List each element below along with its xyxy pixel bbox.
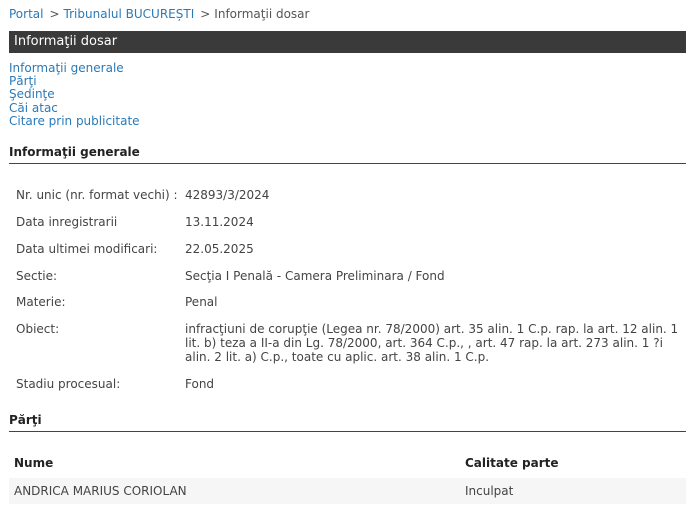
- nav-link-citare[interactable]: Citare prin publicitate: [9, 114, 140, 128]
- parti-table-header: Nume Calitate parte: [9, 448, 686, 476]
- breadcrumb-separator: >: [200, 7, 211, 21]
- section-heading-parti: Părţi: [9, 413, 686, 432]
- party-role: Inculpat: [465, 484, 514, 498]
- info-value: Penal: [185, 295, 218, 309]
- column-header-calitate: Calitate parte: [465, 456, 559, 470]
- info-value: infracţiuni de corupţie (Legea nr. 78/20…: [185, 322, 679, 364]
- info-value: 13.11.2024: [185, 215, 254, 229]
- info-value: Fond: [185, 377, 215, 391]
- breadcrumb-separator: >: [49, 7, 60, 21]
- breadcrumb-link-portal[interactable]: Portal: [9, 7, 43, 21]
- column-header-nume: Nume: [14, 456, 54, 470]
- nav-link-sedinte[interactable]: Şedinţe: [9, 88, 140, 101]
- breadcrumb-link-tribunal[interactable]: Tribunalul BUCUREȘTI: [64, 7, 195, 21]
- info-label: Materie:: [16, 295, 66, 309]
- info-label: Obiect:: [16, 322, 60, 336]
- info-value: 22.05.2025: [185, 242, 254, 256]
- info-value: 42893/3/2024: [185, 188, 270, 202]
- section-nav: Informaţii generale Părţi Şedinţe Căi at…: [9, 61, 140, 128]
- breadcrumb: Portal > Tribunalul BUCUREȘTI > Informaţii d…: [9, 7, 309, 21]
- breadcrumb-current: Informaţii dosar: [214, 7, 310, 21]
- table-row: ANDRICA MARIUS CORIOLAN Inculpat: [9, 478, 686, 504]
- page-title: Informaţii dosar: [9, 31, 686, 53]
- party-name: ANDRICA MARIUS CORIOLAN: [14, 484, 187, 498]
- info-label: Data ultimei modificari:: [16, 242, 158, 256]
- info-label: Nr. unic (nr. format vechi) :: [16, 188, 178, 202]
- info-label: Data inregistrarii: [16, 215, 118, 229]
- section-heading-general: Informaţii generale: [9, 145, 686, 164]
- info-value: Secţia I Penală - Camera Preliminara / F…: [185, 269, 445, 283]
- nav-link-cai-atac[interactable]: Căi atac: [9, 101, 140, 115]
- info-label: Stadiu procesual:: [16, 377, 121, 391]
- info-label: Sectie:: [16, 269, 58, 283]
